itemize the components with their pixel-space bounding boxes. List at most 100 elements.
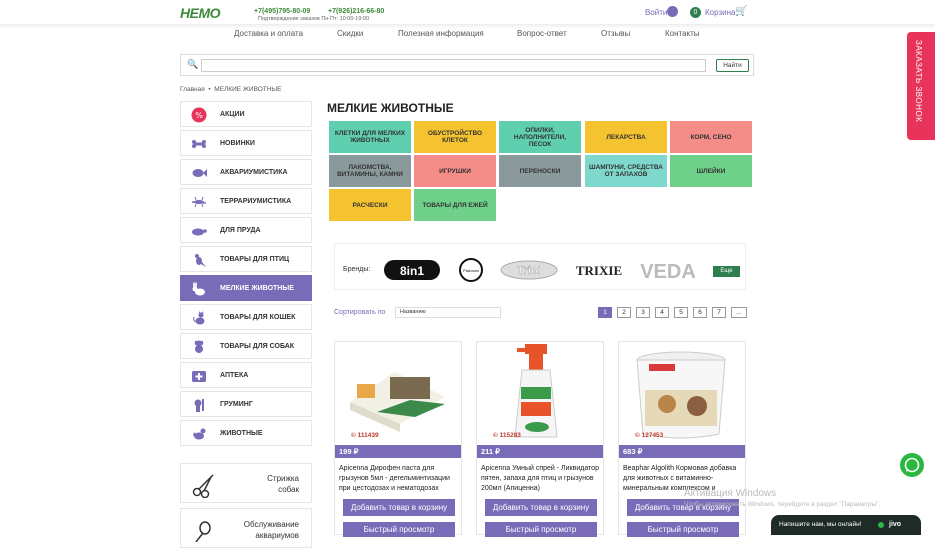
sidebar-item-aquarium[interactable]: АКВАРИУМИСТИКА <box>180 159 312 185</box>
site-logo[interactable]: НЕМО <box>180 5 221 21</box>
category-label: ЛЕКАРСТВА <box>606 133 646 141</box>
category-tile[interactable]: ТОВАРЫ ДЛЯ ЕЖЕЙ <box>414 189 496 221</box>
login-link[interactable]: Войти <box>645 8 667 17</box>
dog-icon <box>194 340 204 353</box>
activation-watermark-text: Чтобы активировать Windows, перейдите в … <box>684 501 881 508</box>
brand-logo[interactable]: Triol <box>499 258 559 280</box>
sort-select[interactable]: Названию <box>395 307 501 318</box>
service-dog-grooming[interactable]: Стрижка собак <box>180 463 312 503</box>
category-tile[interactable]: КОРМ, СЕНО <box>670 121 752 153</box>
sidebar-item-label: ТОВАРЫ ДЛЯ КОШЕК <box>220 314 296 321</box>
product-image[interactable] <box>335 342 461 442</box>
pagination-page[interactable]: 5 <box>674 307 688 318</box>
product-title[interactable]: Apicenna Умный спрей - Ликвидатор пятен,… <box>481 464 601 494</box>
sidebar-item-label: ТЕРРАРИУМИСТИКА <box>220 198 292 205</box>
breadcrumb: Главная • МЕЛКИЕ ЖИВОТНЫЕ <box>180 86 282 93</box>
category-tile[interactable]: ШЛЕЙКИ <box>670 155 752 187</box>
category-label: ОБУСТРОЙСТВО КЛЕТОК <box>427 130 483 144</box>
cart-link[interactable]: Корзина <box>705 8 735 17</box>
pagination-page[interactable]: 1 <box>598 307 612 318</box>
top-bar: НЕМО +7(495)795-80-09 +7(926)216-66-80 П… <box>0 0 935 25</box>
product-image[interactable] <box>477 342 603 442</box>
pagination-page[interactable]: 3 <box>636 307 650 318</box>
service-aquarium-care[interactable]: Обслуживание аквариумов <box>180 508 312 548</box>
sidebar-item-animals[interactable]: ЖИВОТНЫЕ <box>180 420 312 446</box>
nav-discounts[interactable]: Скидки <box>337 29 363 38</box>
sidebar-item-pond[interactable]: ДЛЯ ПРУДА <box>180 217 312 243</box>
category-tile[interactable]: ПЕРЕНОСКИ <box>499 155 581 187</box>
whatsapp-button[interactable] <box>900 453 924 477</box>
product-image[interactable] <box>619 342 745 442</box>
nav-reviews[interactable]: Отзывы <box>601 29 630 38</box>
nav-delivery[interactable]: Доставка и оплата <box>234 29 303 38</box>
category-tile[interactable]: ИГРУШКИ <box>414 155 496 187</box>
brand-logo[interactable]: 8in1 <box>383 258 441 280</box>
category-tile[interactable]: ШАМПУНИ, СРЕДСТВА ОТ ЗАПАХОВ <box>585 155 667 187</box>
nav-useful-info[interactable]: Полезная информация <box>398 29 484 38</box>
brands-bar: Бренды: 8in1 Padovan Triol TRIXIE VEDA Е… <box>334 243 746 290</box>
brand-logo[interactable]: Padovan <box>457 258 485 282</box>
search-button[interactable]: Найти <box>716 59 749 72</box>
product-price: 683 ₽ <box>619 445 745 458</box>
cart-count-badge: 0 <box>690 7 701 18</box>
cat-icon <box>193 311 205 325</box>
category-tile[interactable]: КЛЕТКИ ДЛЯ МЕЛКИХ ЖИВОТНЫХ <box>329 121 411 153</box>
sidebar-item-label: АКВАРИУМИСТИКА <box>220 169 288 176</box>
brand-logo[interactable]: TRIXIE <box>575 258 623 278</box>
category-label: КЛЕТКИ ДЛЯ МЕЛКИХ ЖИВОТНЫХ <box>334 130 406 144</box>
category-tile[interactable]: ОБУСТРОЙСТВО КЛЕТОК <box>414 121 496 153</box>
sidebar-item-label: ЖИВОТНЫЕ <box>220 430 263 437</box>
sidebar-item-label: ДЛЯ ПРУДА <box>220 227 261 234</box>
pagination-page[interactable]: 7 <box>712 307 726 318</box>
online-status-icon <box>878 522 884 528</box>
breadcrumb-current: МЕЛКИЕ ЖИВОТНЫЕ <box>214 86 282 93</box>
sidebar-item-new[interactable]: НОВИНКИ <box>180 130 312 156</box>
chat-widget[interactable]: Напишите нам, мы онлайн! jivo <box>771 515 921 535</box>
product-card[interactable]: © 115283 211 ₽ Apicenna Умный спрей - Ли… <box>476 341 604 537</box>
brands-label: Бренды: <box>343 266 371 273</box>
search-icon: 🔍 <box>187 59 199 69</box>
category-tile[interactable]: ЛЕКАРСТВА <box>585 121 667 153</box>
breadcrumb-home[interactable]: Главная <box>180 86 205 93</box>
callback-tab[interactable]: ЗАКАЗАТЬ ЗВОНОК <box>907 32 935 140</box>
sidebar-item-label: ГРУМИНГ <box>220 401 253 408</box>
brands-more-button[interactable]: Еще <box>713 266 740 277</box>
category-tile[interactable]: ОПИЛКИ, НАПОЛНИТЕЛИ, ПЕСОК <box>499 121 581 153</box>
whatsapp-icon <box>904 457 920 473</box>
service-label-line2: аквариумов <box>255 531 299 540</box>
category-tile[interactable]: ЛАКОМСТВА, ВИТАМИНЫ, КАМНИ <box>329 155 411 187</box>
phone-link-1[interactable]: +7(495)795-80-09 <box>254 8 310 15</box>
sidebar-item-cats[interactable]: ТОВАРЫ ДЛЯ КОШЕК <box>180 304 312 330</box>
phone-link-2[interactable]: +7(926)216-66-80 <box>328 8 384 15</box>
sidebar-item-dogs[interactable]: ТОВАРЫ ДЛЯ СОБАК <box>180 333 312 359</box>
search-bar: 🔍 Найти <box>180 54 754 76</box>
sidebar-item-small-animals[interactable]: МЕЛКИЕ ЖИВОТНЫЕ <box>180 275 312 301</box>
service-label-line2: собак <box>278 485 299 494</box>
category-tile[interactable]: РАСЧЕСКИ <box>329 189 411 221</box>
brand-logo[interactable]: VEDA <box>637 258 699 283</box>
sidebar-item-grooming[interactable]: ГРУМИНГ <box>180 391 312 417</box>
sidebar-item-promo[interactable]: % АКЦИИ <box>180 101 312 127</box>
product-title[interactable]: Apicenna Дирофен паста для грызунов 5мл … <box>339 464 459 494</box>
pagination-page[interactable]: 2 <box>617 307 631 318</box>
nav-faq[interactable]: Вопрос-ответ <box>517 29 567 38</box>
nav-contacts[interactable]: Контакты <box>665 29 700 38</box>
pagination-page[interactable]: 4 <box>655 307 669 318</box>
pagination-page[interactable]: 6 <box>693 307 707 318</box>
sidebar-item-label: ТОВАРЫ ДЛЯ ПТИЦ <box>220 256 290 263</box>
sidebar-item-pharmacy[interactable]: АПТЕКА <box>180 362 312 388</box>
sidebar-item-birds[interactable]: ТОВАРЫ ДЛЯ ПТИЦ <box>180 246 312 272</box>
pagination-more[interactable]: ... <box>731 307 747 318</box>
add-to-cart-button[interactable]: Добавить товар в корзину <box>343 499 455 516</box>
sidebar-item-label: МЕЛКИЕ ЖИВОТНЫЕ <box>220 285 294 292</box>
lizard-icon <box>191 196 207 208</box>
order-hours-hint: Подтверждение заказов Пн-Пт: 10:00-19:00 <box>258 16 370 22</box>
add-to-cart-button[interactable]: Добавить товар в корзину <box>485 499 597 516</box>
product-card[interactable]: © 111439 199 ₽ Apicenna Дирофен паста дл… <box>334 341 462 537</box>
first-aid-icon <box>192 371 206 382</box>
cart-icon[interactable]: 🛒 <box>735 6 747 17</box>
user-icon[interactable] <box>667 6 678 17</box>
activation-watermark-title: Активация Windows <box>684 488 777 499</box>
search-input[interactable] <box>201 59 706 72</box>
sidebar-item-terrarium[interactable]: ТЕРРАРИУМИСТИКА <box>180 188 312 214</box>
